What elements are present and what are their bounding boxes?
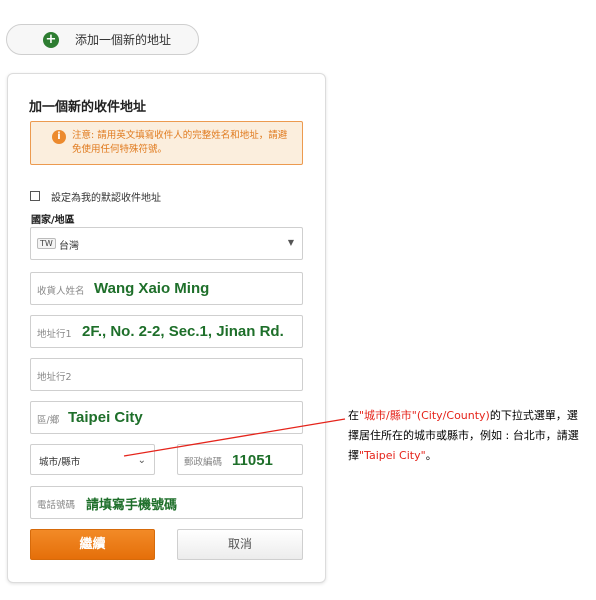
annotation-prefix: 在: [348, 409, 359, 422]
annotation-suffix: 。: [425, 449, 437, 462]
annotation-highlight-city: "城市/縣市"(City/County): [359, 409, 490, 422]
annotation-arrow: [123, 418, 346, 457]
annotation-note: 在"城市/縣市"(City/County)的下拉式選單，選擇居住所在的城市或縣市…: [348, 406, 588, 466]
annotation-highlight-taipei: "Taipei City": [359, 449, 426, 462]
